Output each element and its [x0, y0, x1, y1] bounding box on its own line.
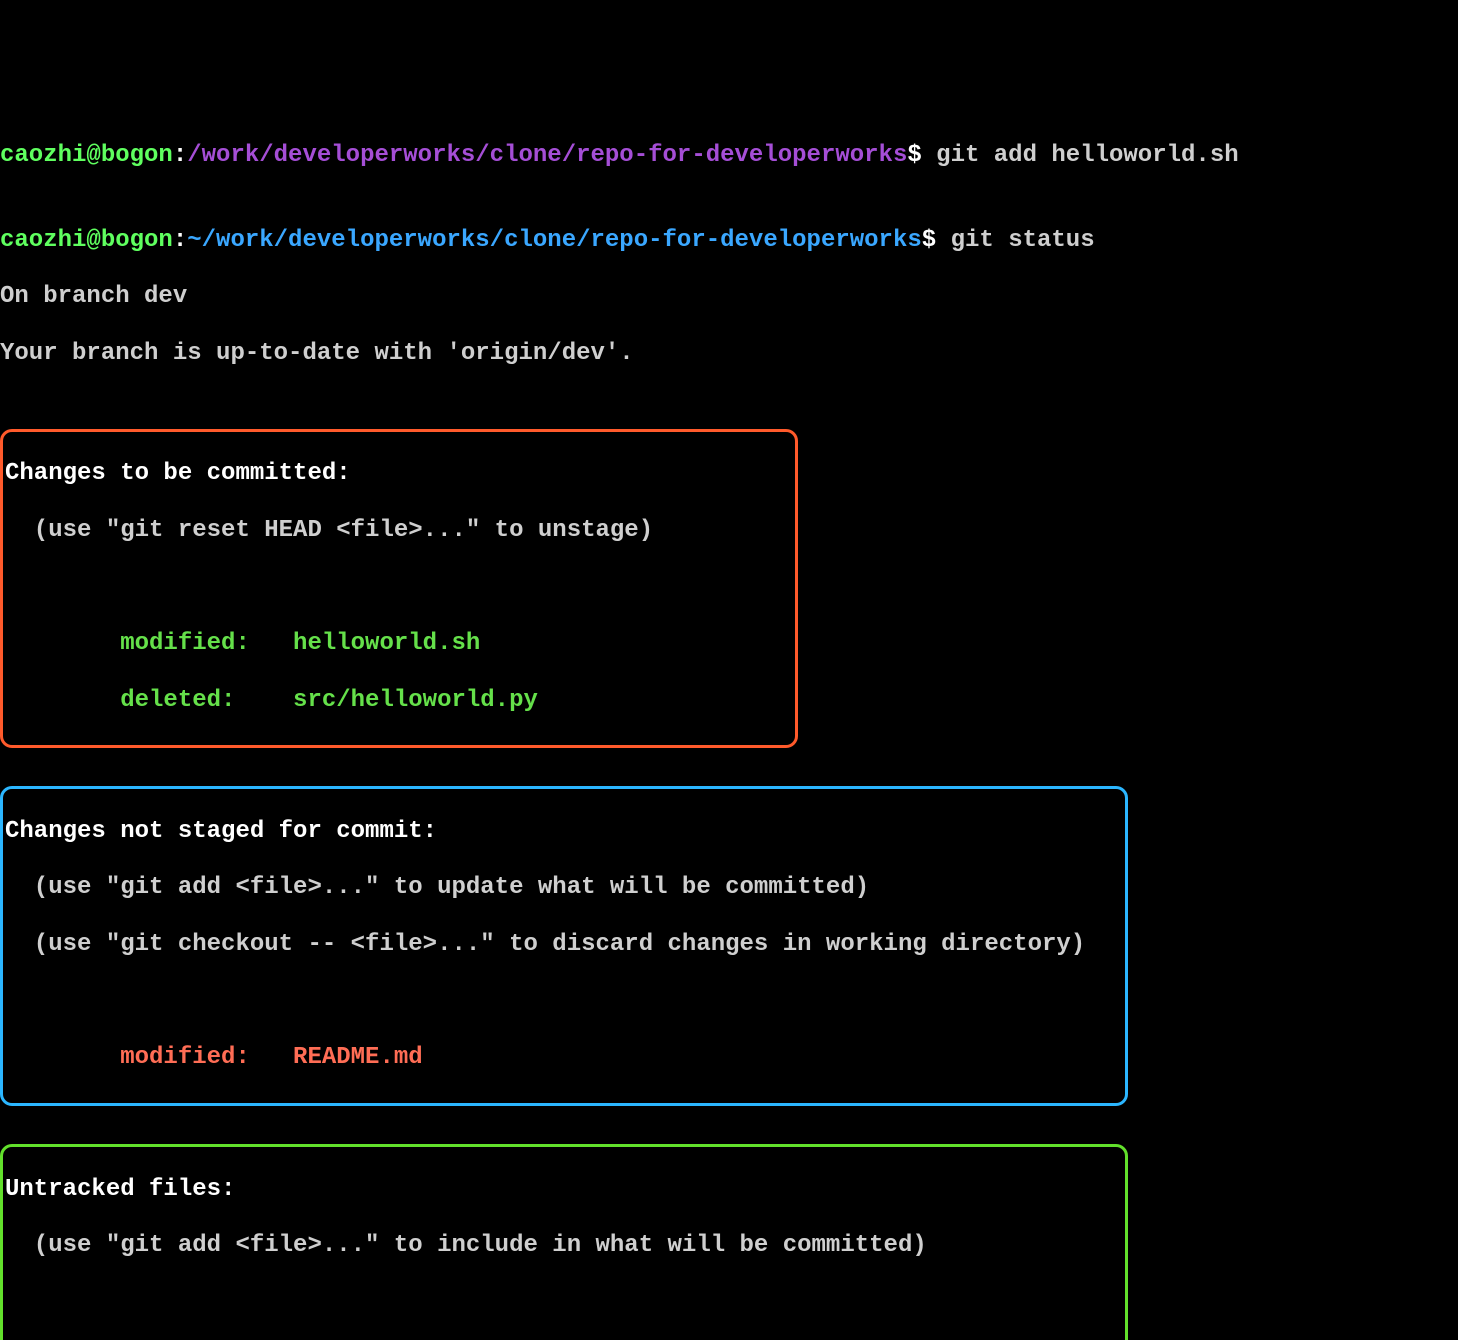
staged-title: Changes to be committed: [5, 460, 793, 488]
prompt-path: ~/work/developerworks/clone/repo-for-dev… [187, 227, 922, 254]
staged-changes-box: Changes to be committed: (use "git reset… [0, 429, 798, 748]
untracked-title: Untracked files: [5, 1176, 1123, 1204]
staged-hint: (use "git reset HEAD <file>..." to unsta… [5, 517, 793, 545]
unstaged-changes-box: Changes not staged for commit: (use "git… [0, 786, 1128, 1105]
cmd-git-status: git status [951, 227, 1095, 254]
branch-line: On branch dev [0, 283, 1458, 311]
untracked-files-box: Untracked files: (use "git add <file>...… [0, 1144, 1128, 1340]
prompt-line-1[interactable]: caozhi@bogon:~/work/developerworks/clone… [0, 227, 1458, 255]
unstaged-hint1: (use "git add <file>..." to update what … [5, 874, 1123, 902]
prompt-line-0[interactable]: caozhi@bogon:/work/developerworks/clone/… [0, 142, 1458, 170]
unstaged-item: modified: README.md [5, 1044, 1123, 1072]
unstaged-hint2: (use "git checkout -- <file>..." to disc… [5, 931, 1123, 959]
staged-item: deleted: src/helloworld.py [5, 687, 793, 715]
prompt-user: caozhi@bogon [0, 142, 173, 169]
staged-item: modified: helloworld.sh [5, 630, 793, 658]
cmd-git-add: git add helloworld.sh [936, 142, 1238, 169]
untracked-hint: (use "git add <file>..." to include in w… [5, 1232, 1123, 1260]
prompt-user: caozhi@bogon [0, 227, 173, 254]
prompt-path-partial: /work/developerworks/clone/repo-for-deve… [187, 142, 907, 169]
unstaged-title: Changes not staged for commit: [5, 818, 1123, 846]
upstream-line: Your branch is up-to-date with 'origin/d… [0, 340, 1458, 368]
